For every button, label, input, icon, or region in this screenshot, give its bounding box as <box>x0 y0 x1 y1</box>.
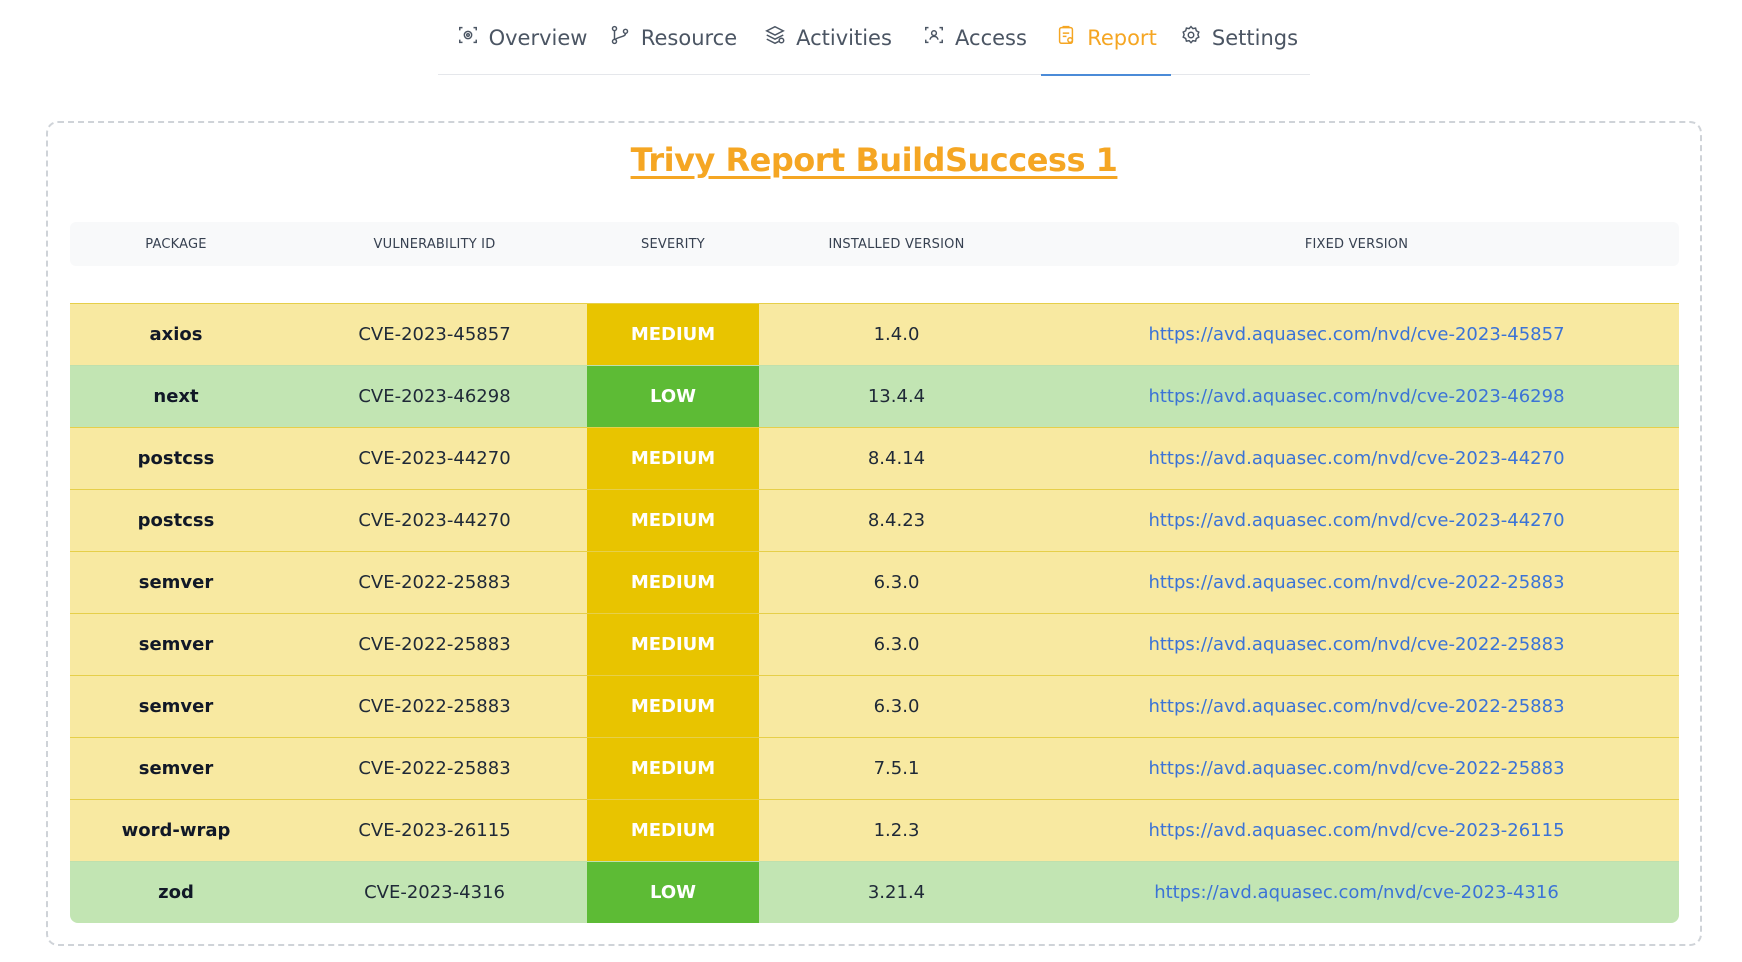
installed-version-cell: 6.3.0 <box>873 696 920 717</box>
fixed-version-link[interactable]: https://avd.aquasec.com/nvd/cve-2022-258… <box>1148 634 1564 655</box>
severity-badge: MEDIUM <box>587 490 759 551</box>
package-cell: zod <box>158 882 194 903</box>
fixed-version-link[interactable]: https://avd.aquasec.com/nvd/cve-2023-442… <box>1148 448 1564 469</box>
installed-version-cell: 1.4.0 <box>873 324 920 345</box>
severity-badge: MEDIUM <box>587 428 759 489</box>
report-card: Trivy Report BuildSuccess 1 PACKAGE VULN… <box>46 121 1702 946</box>
fixed-version-link[interactable]: https://avd.aquasec.com/nvd/cve-2023-431… <box>1154 882 1559 903</box>
vulnerability-id-cell: CVE-2023-4316 <box>364 882 505 903</box>
severity-badge: MEDIUM <box>587 738 759 799</box>
table-row: postcss CVE-2023-44270 MEDIUM 8.4.23 https:/… <box>70 489 1679 551</box>
severity-badge: MEDIUM <box>587 614 759 675</box>
fixed-version-link[interactable]: https://avd.aquasec.com/nvd/cve-2023-462… <box>1148 386 1564 407</box>
fixed-version-link[interactable]: https://avd.aquasec.com/nvd/cve-2022-258… <box>1148 572 1564 593</box>
package-cell: semver <box>138 634 214 655</box>
tab-label: Access <box>955 25 1027 50</box>
package-cell: semver <box>138 758 214 779</box>
table-body: axios CVE-2023-45857 MEDIUM 1.4.0 https://av… <box>70 303 1679 923</box>
fixed-version-cell: https://avd.aquasec.com/nvd/cve-2022-258… <box>1034 614 1679 675</box>
table-row: semver CVE-2022-25883 MEDIUM 6.3.0 https://a… <box>70 613 1679 675</box>
tab-label: Activities <box>796 25 892 50</box>
table-row: semver CVE-2022-25883 MEDIUM 6.3.0 https://a… <box>70 675 1679 737</box>
installed-version-cell: 7.5.1 <box>873 758 920 779</box>
package-cell: word-wrap <box>121 820 231 841</box>
overview-icon <box>457 24 479 51</box>
access-icon <box>923 24 945 51</box>
tab-activities[interactable]: Activities <box>763 0 893 75</box>
fixed-version-link[interactable]: https://avd.aquasec.com/nvd/cve-2023-442… <box>1148 510 1564 531</box>
package-cell: postcss <box>137 448 215 469</box>
fixed-version-cell: https://avd.aquasec.com/nvd/cve-2022-258… <box>1034 552 1679 613</box>
tab-resource[interactable]: Resource <box>611 0 737 75</box>
tab-report[interactable]: Report <box>1041 0 1171 76</box>
tab-label: Overview <box>488 25 588 50</box>
vulnerability-id-cell: CVE-2023-44270 <box>358 448 511 469</box>
fixed-version-cell: https://avd.aquasec.com/nvd/cve-2023-431… <box>1034 862 1679 923</box>
fixed-version-link[interactable]: https://avd.aquasec.com/nvd/cve-2023-261… <box>1148 820 1564 841</box>
installed-version-cell: 13.4.4 <box>867 386 926 407</box>
fixed-version-cell: https://avd.aquasec.com/nvd/cve-2023-442… <box>1034 428 1679 489</box>
tab-label: Settings <box>1211 25 1299 50</box>
table-row: axios CVE-2023-45857 MEDIUM 1.4.0 https://av… <box>70 303 1679 365</box>
column-header-severity: SEVERITY <box>641 236 705 252</box>
table-row: postcss CVE-2023-44270 MEDIUM 8.4.14 https:/… <box>70 427 1679 489</box>
package-cell: next <box>153 386 199 407</box>
table-row: semver CVE-2022-25883 MEDIUM 7.5.1 https://a… <box>70 737 1679 799</box>
installed-version-cell: 8.4.14 <box>867 448 926 469</box>
resource-icon <box>609 24 631 51</box>
severity-badge: LOW <box>587 366 759 427</box>
package-cell: axios <box>149 324 203 345</box>
table-row: word-wrap CVE-2023-26115 MEDIUM 1.2.3 https:… <box>70 799 1679 861</box>
tab-label: Report <box>1087 25 1157 50</box>
table-header: PACKAGE VULNERABILITY ID SEVERITY INSTAL… <box>70 222 1679 266</box>
severity-badge: MEDIUM <box>587 800 759 861</box>
installed-version-cell: 6.3.0 <box>873 634 920 655</box>
fixed-version-cell: https://avd.aquasec.com/nvd/cve-2023-462… <box>1034 366 1679 427</box>
package-cell: postcss <box>137 510 215 531</box>
table-row: zod CVE-2023-4316 LOW 3.21.4 https://avd.aqu… <box>70 861 1679 923</box>
vulnerability-id-cell: CVE-2022-25883 <box>358 572 511 593</box>
fixed-version-link[interactable]: https://avd.aquasec.com/nvd/cve-2022-258… <box>1148 696 1564 717</box>
installed-version-cell: 3.21.4 <box>867 882 926 903</box>
severity-badge: MEDIUM <box>587 552 759 613</box>
severity-badge: LOW <box>587 862 759 923</box>
fixed-version-cell: https://avd.aquasec.com/nvd/cve-2023-442… <box>1034 490 1679 551</box>
tab-settings[interactable]: Settings <box>1179 0 1299 75</box>
vulnerability-id-cell: CVE-2022-25883 <box>358 758 511 779</box>
tab-label: Resource <box>640 25 738 50</box>
installed-version-cell: 8.4.23 <box>867 510 926 531</box>
installed-version-cell: 6.3.0 <box>873 572 920 593</box>
vulnerability-id-cell: CVE-2022-25883 <box>358 634 511 655</box>
settings-icon <box>1180 24 1202 51</box>
fixed-version-link[interactable]: https://avd.aquasec.com/nvd/cve-2022-258… <box>1148 758 1564 779</box>
fixed-version-cell: https://avd.aquasec.com/nvd/cve-2022-258… <box>1034 738 1679 799</box>
vulnerability-id-cell: CVE-2023-45857 <box>358 324 511 345</box>
column-header-package: PACKAGE <box>145 236 207 252</box>
fixed-version-link[interactable]: https://avd.aquasec.com/nvd/cve-2023-458… <box>1148 324 1564 345</box>
tab-access[interactable]: Access <box>920 0 1030 75</box>
table-row: next CVE-2023-46298 LOW 13.4.4 https://avd.a… <box>70 365 1679 427</box>
package-cell: semver <box>138 696 214 717</box>
severity-badge: MEDIUM <box>587 304 759 365</box>
vulnerability-id-cell: CVE-2023-26115 <box>358 820 511 841</box>
column-header-vulnerability-id: VULNERABILITY ID <box>373 236 496 252</box>
fixed-version-cell: https://avd.aquasec.com/nvd/cve-2023-458… <box>1034 304 1679 365</box>
vulnerability-id-cell: CVE-2022-25883 <box>358 696 511 717</box>
package-cell: semver <box>138 572 214 593</box>
vulnerability-id-cell: CVE-2023-44270 <box>358 510 511 531</box>
fixed-version-cell: https://avd.aquasec.com/nvd/cve-2023-261… <box>1034 800 1679 861</box>
activities-icon <box>764 24 786 51</box>
tab-bar: Overview Resource Activities Access Repo… <box>438 0 1310 76</box>
severity-badge: MEDIUM <box>587 676 759 737</box>
vulnerability-id-cell: CVE-2023-46298 <box>358 386 511 407</box>
fixed-version-cell: https://avd.aquasec.com/nvd/cve-2022-258… <box>1034 676 1679 737</box>
report-icon <box>1055 24 1077 51</box>
tab-overview[interactable]: Overview <box>458 0 587 75</box>
column-header-fixed-version: FIXED VERSION <box>1304 236 1409 252</box>
table-row: semver CVE-2022-25883 MEDIUM 6.3.0 https://a… <box>70 551 1679 613</box>
column-header-installed-version: INSTALLED VERSION <box>828 236 965 252</box>
installed-version-cell: 1.2.3 <box>873 820 920 841</box>
report-title[interactable]: Trivy Report BuildSuccess 1 <box>48 141 1700 179</box>
